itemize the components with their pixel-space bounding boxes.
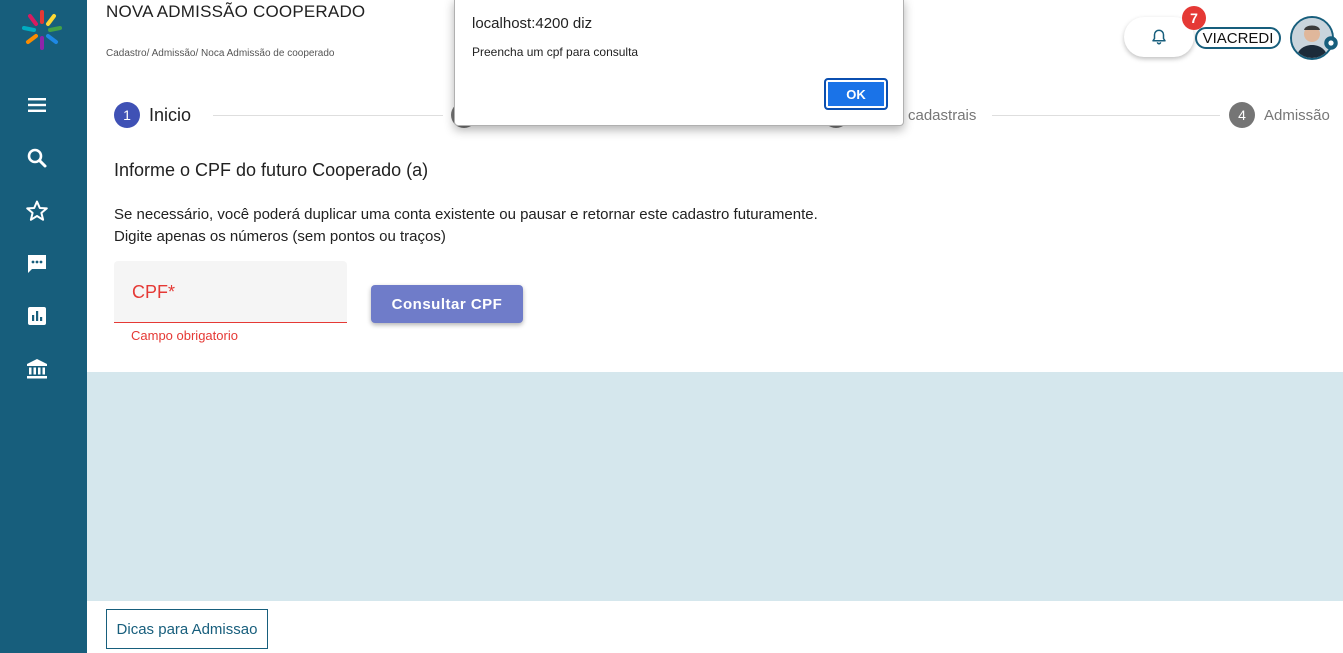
search-icon[interactable] bbox=[24, 145, 50, 171]
step-connector bbox=[992, 115, 1220, 116]
cooperative-logo-icon[interactable] bbox=[20, 8, 64, 52]
consult-cpf-button[interactable]: Consultar CPF bbox=[371, 285, 523, 323]
sidebar bbox=[0, 0, 87, 653]
dialog-title: localhost:4200 diz bbox=[472, 15, 593, 32]
cpf-input[interactable]: CPF* bbox=[114, 261, 347, 323]
step-4-label[interactable]: Admissão bbox=[1264, 107, 1330, 124]
cpf-label: CPF* bbox=[132, 282, 176, 302]
admission-tips-button[interactable]: Dicas para Admissao bbox=[106, 609, 268, 649]
cooperative-chip[interactable]: VIACREDI bbox=[1195, 27, 1281, 49]
content-panel bbox=[87, 372, 1343, 601]
step-1-indicator[interactable]: 1 bbox=[114, 102, 140, 128]
dialog-ok-button[interactable]: OK bbox=[824, 78, 888, 110]
description-text: Se necessário, você poderá duplicar uma … bbox=[114, 206, 818, 223]
breadcrumb: Cadastro/ Admissão/ Noca Admissão de coo… bbox=[106, 48, 335, 59]
chat-icon[interactable] bbox=[24, 251, 50, 277]
star-icon[interactable] bbox=[24, 198, 50, 224]
step-3-label[interactable]: cadastrais bbox=[908, 107, 976, 124]
bar-chart-icon[interactable] bbox=[24, 303, 50, 329]
section-heading: Informe o CPF do futuro Cooperado (a) bbox=[114, 160, 429, 180]
step-connector bbox=[213, 115, 443, 116]
dialog-message: Preencha um cpf para consulta bbox=[472, 45, 639, 59]
page-title: NOVA ADMISSÃO COOPERADO bbox=[106, 2, 366, 21]
step-4-indicator[interactable]: 4 bbox=[1229, 102, 1255, 128]
bank-icon[interactable] bbox=[24, 356, 50, 382]
settings-gear-icon[interactable] bbox=[1322, 34, 1340, 52]
step-1-label[interactable]: Inicio bbox=[149, 105, 191, 126]
cpf-error-message: Campo obrigatorio bbox=[131, 328, 238, 343]
bell-icon bbox=[1152, 29, 1166, 45]
alert-dialog: localhost:4200 diz Preencha um cpf para … bbox=[454, 0, 904, 126]
menu-icon[interactable] bbox=[24, 92, 50, 118]
instruction-text: Digite apenas os números (sem pontos ou … bbox=[114, 228, 446, 245]
